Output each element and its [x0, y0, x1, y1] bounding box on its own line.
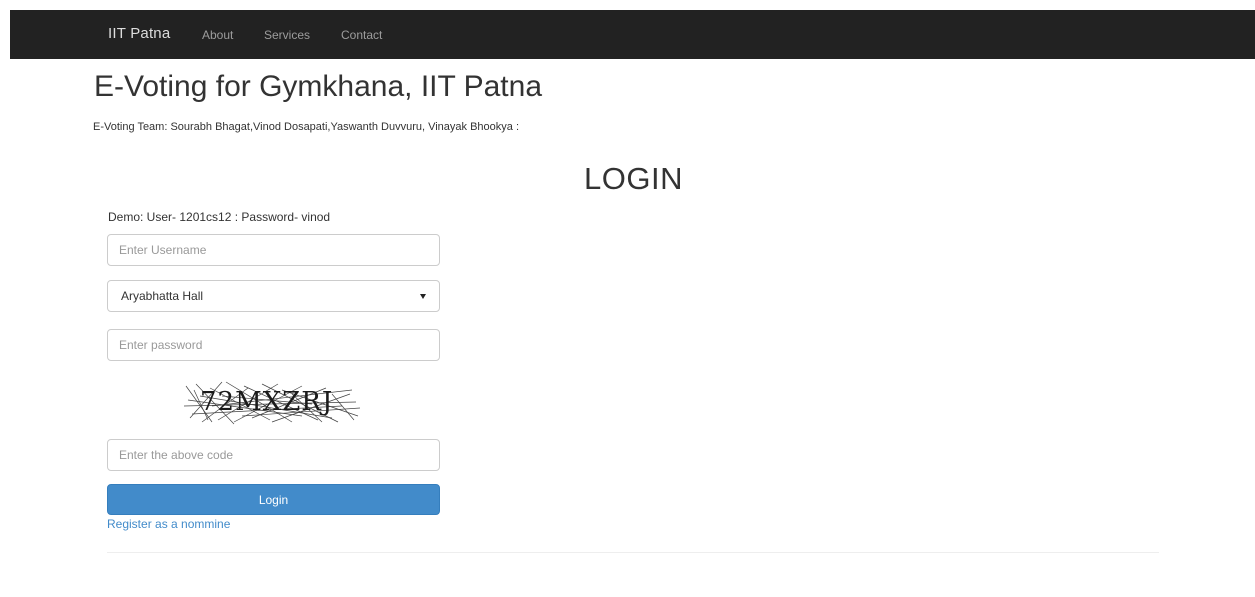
hall-select-value: Aryabhatta Hall: [121, 289, 204, 303]
login-button[interactable]: Login: [107, 484, 440, 515]
username-input[interactable]: [107, 234, 440, 266]
captcha-image: 72MXZRJ: [183, 381, 361, 425]
captcha-text: 72MXZRJ: [200, 387, 333, 417]
caret-down-icon: [420, 293, 426, 299]
nav-link-contact[interactable]: Contact: [341, 28, 382, 42]
nav-link-about[interactable]: About: [202, 28, 233, 42]
hall-select[interactable]: Aryabhatta Hall: [107, 280, 440, 312]
nav-link-services[interactable]: Services: [264, 28, 310, 42]
team-credits: E-Voting Team: Sourabh Bhagat,Vinod Dosa…: [93, 121, 520, 133]
page-title: E-Voting for Gymkhana, IIT Patna: [94, 70, 543, 103]
captcha-code-input[interactable]: [107, 439, 440, 471]
footer-divider: [107, 552, 1159, 553]
password-input[interactable]: [107, 329, 440, 361]
nav-brand[interactable]: IIT Patna: [108, 25, 170, 42]
register-nominee-link[interactable]: Register as a nommine: [107, 517, 230, 531]
page: IIT Patna About Services Contact E-Votin…: [0, 0, 1255, 597]
navbar: IIT Patna About Services Contact: [10, 10, 1255, 59]
login-heading: LOGIN: [584, 161, 683, 196]
demo-credentials: Demo: User- 1201cs12 : Password- vinod: [108, 210, 331, 224]
